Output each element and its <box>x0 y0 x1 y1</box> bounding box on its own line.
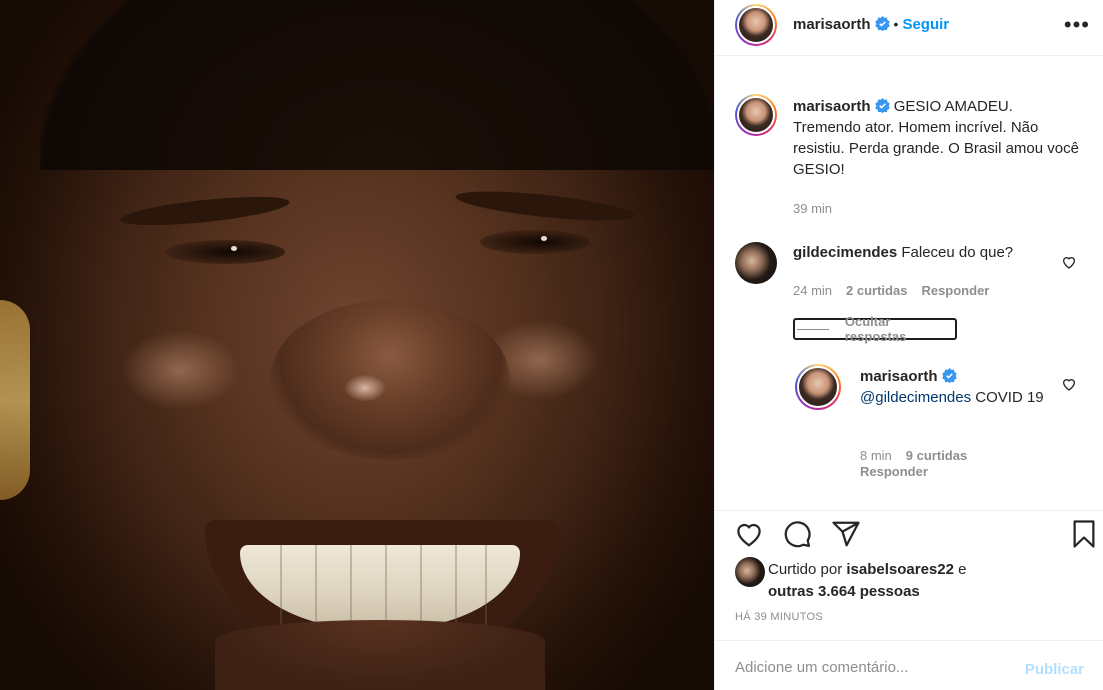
hide-replies-line <box>797 328 829 330</box>
post-timestamp[interactable]: HÁ 39 MINUTOS <box>735 611 823 623</box>
author-username[interactable]: marisaorth <box>793 16 871 33</box>
follow-button[interactable]: Seguir <box>902 16 949 33</box>
more-options-icon[interactable]: ••• <box>1064 12 1090 38</box>
liker-avatar[interactable] <box>735 557 765 587</box>
comment-like-heart-icon[interactable] <box>1061 254 1077 270</box>
caption-author-username[interactable]: marisaorth <box>793 98 871 115</box>
share-icon[interactable] <box>831 519 861 549</box>
reply-meta: 8 min 9 curtidas <box>860 448 967 463</box>
likes-others-link[interactable]: outras 3.664 pessoas <box>768 583 920 600</box>
comments-section[interactable]: marisaorth GESIO AMADEU. Tremendo ator. … <box>715 56 1103 510</box>
likes-summary: Curtido por isabelsoares22 e outras 3.66… <box>768 559 998 603</box>
verified-badge-icon <box>874 98 890 113</box>
reply-reply-button[interactable]: Responder <box>860 464 928 479</box>
photo-hair <box>40 0 714 170</box>
comment-text: Faleceu do que? <box>901 244 1014 261</box>
verified-badge-icon <box>941 368 957 383</box>
reply-author-username[interactable]: marisaorth <box>860 368 938 385</box>
comment-likes-count[interactable]: 2 curtidas <box>846 283 907 298</box>
reply-likes-count[interactable]: 9 curtidas <box>906 448 967 463</box>
comment-input[interactable] <box>735 655 1015 679</box>
commenter-avatar[interactable] <box>735 242 777 284</box>
reply-author-avatar[interactable] <box>795 364 841 410</box>
verified-badge-icon <box>874 16 890 31</box>
caption-time[interactable]: 39 min <box>793 201 832 216</box>
hide-replies-button[interactable]: Ocultar respostas <box>793 314 957 344</box>
photo-right-eye <box>480 230 590 254</box>
reply-mention-link[interactable]: @gildecimendes <box>860 389 971 406</box>
heart-icon[interactable] <box>734 519 764 549</box>
likes-suffix: e <box>958 561 967 578</box>
author-avatar[interactable] <box>735 4 777 46</box>
post-side-panel: marisaorth • Seguir ••• marisaorth GESIO A… <box>714 0 1103 690</box>
caption-text-block: marisaorth GESIO AMADEU. Tremendo ator. … <box>793 96 1083 180</box>
add-comment-bar: Publicar <box>715 640 1103 690</box>
post-photo[interactable] <box>0 0 714 690</box>
photo-lower-lip <box>215 620 545 690</box>
reply-text-block: marisaorth @gildecimendes COVID 19 <box>860 366 1060 408</box>
comment-time[interactable]: 24 min <box>793 283 832 298</box>
comment-text-block: gildecimendes Faleceu do que? <box>793 244 1013 261</box>
comment-reply-button[interactable]: Responder <box>921 283 989 298</box>
author-name-line: marisaorth • Seguir <box>793 16 949 34</box>
reply-like-heart-icon[interactable] <box>1061 376 1077 392</box>
likes-prefix: Curtido por <box>768 561 843 578</box>
photo-left-cheek <box>120 330 240 410</box>
publish-button[interactable]: Publicar <box>1025 661 1084 678</box>
photo-left-eye <box>165 240 285 264</box>
bookmark-icon[interactable] <box>1069 519 1099 549</box>
photo-nose <box>270 300 510 460</box>
reply-time[interactable]: 8 min <box>860 448 892 463</box>
comment-icon[interactable] <box>782 519 812 549</box>
post-header: marisaorth • Seguir ••• <box>715 0 1103 56</box>
photo-nose-highlight <box>345 375 385 401</box>
comment-author-username[interactable]: gildecimendes <box>793 244 897 261</box>
photo-left-brow <box>119 191 291 231</box>
photo-background-detail <box>0 300 30 500</box>
separator-dot: • <box>893 16 899 32</box>
liker-username[interactable]: isabelsoares22 <box>846 561 954 578</box>
caption-author-avatar[interactable] <box>735 94 777 136</box>
photo-right-brow <box>454 185 636 227</box>
reply-text: COVID 19 <box>971 389 1044 406</box>
comment-meta: 24 min 2 curtidas Responder <box>793 283 989 298</box>
hide-replies-label: Ocultar respostas <box>844 314 907 344</box>
